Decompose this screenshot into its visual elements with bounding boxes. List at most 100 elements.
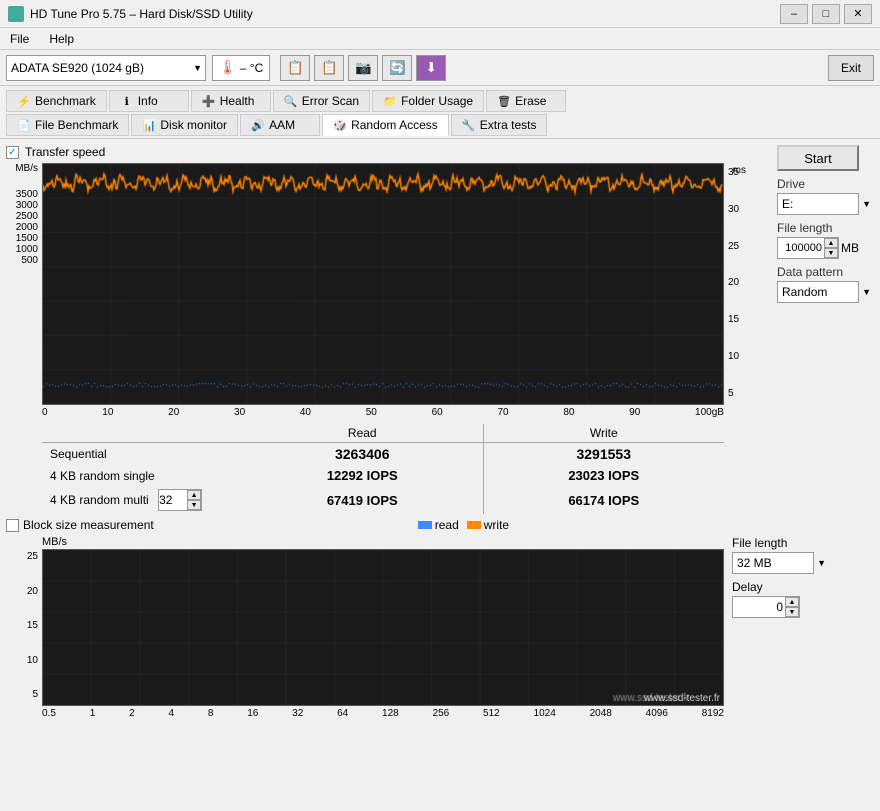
delay-control: Delay ▲ ▼ — [732, 580, 829, 618]
minimize-button[interactable]: – — [780, 4, 808, 24]
y-values-left: 3500 3000 2500 2000 1500 1000 500 — [6, 189, 38, 281]
random-single-write: 23023 IOPS — [483, 465, 724, 486]
write-legend-color — [467, 521, 481, 529]
health-icon: ➕ — [202, 94, 216, 108]
drive-dropdown[interactable]: E: — [777, 193, 859, 215]
left-panel: Transfer speed MB/s 3500 3000 2500 2000 … — [6, 145, 769, 514]
sequential-row: Sequential 3263406 3291553 — [42, 443, 724, 466]
write-header: Write — [483, 424, 724, 443]
drive-dropdown-wrapper: E: — [777, 193, 874, 215]
title-bar: HD Tune Pro 5.75 – Hard Disk/SSD Utility… — [0, 0, 880, 28]
bottom-file-length-control: File length 32 MB 64 MB 128 MB 256 MB — [732, 536, 829, 574]
random-single-row: 4 KB random single 12292 IOPS 23023 IOPS — [42, 465, 724, 486]
file-length-down-btn[interactable]: ▼ — [824, 248, 838, 258]
bottom-y-axis: 25 20 15 10 5 — [6, 549, 42, 704]
ms-label: ms — [733, 165, 746, 176]
random-single-read: 12292 IOPS — [242, 465, 483, 486]
tab-random-access[interactable]: 🎲 Random Access — [322, 114, 449, 136]
main-content: Transfer speed MB/s 3500 3000 2500 2000 … — [0, 139, 880, 514]
file-length-input-wrapper: ▲ ▼ MB — [777, 237, 874, 259]
transfer-speed-checkbox[interactable] — [6, 146, 19, 159]
maximize-button[interactable]: □ — [812, 4, 840, 24]
delay-up-btn[interactable]: ▲ — [785, 597, 799, 607]
tab-extra-tests[interactable]: 🔧 Extra tests — [451, 114, 548, 136]
multi-threads-input[interactable] — [159, 490, 187, 510]
extra-tests-icon: 🔧 — [462, 118, 476, 132]
tab-error-scan[interactable]: 🔍 Error Scan — [273, 90, 370, 112]
chart-header: Transfer speed — [6, 145, 769, 159]
tab-info[interactable]: ℹ Info — [109, 90, 189, 112]
tab-benchmark[interactable]: ⚡ Benchmark — [6, 90, 107, 112]
sequential-label: Sequential — [42, 443, 242, 466]
read-header: Read — [242, 424, 483, 443]
file-benchmark-icon: 📄 — [17, 118, 31, 132]
read-legend: read — [418, 518, 459, 532]
stats-table: Read Write Sequential 3263406 3291553 4 … — [42, 424, 724, 514]
x-axis-labels: 0 10 20 30 40 50 60 70 80 90 100gB — [42, 405, 724, 418]
drive-bar: ADATA SE920 (1024 gB) 🌡 – °C 📋 📋 📷 🔄 ⬇ E… — [0, 50, 880, 86]
bottom-chart-wrapper: 25 20 15 10 5 www.ssd-tester.fr — [6, 549, 724, 706]
start-button[interactable]: Start — [777, 145, 859, 171]
random-multi-read: 67419 IOPS — [242, 486, 483, 514]
window-controls: – □ ✕ — [780, 4, 872, 24]
thermometer-icon: 🌡 — [219, 59, 237, 76]
file-length-control: File length ▲ ▼ MB — [777, 221, 874, 259]
close-button[interactable]: ✕ — [844, 4, 872, 24]
multi-up-btn[interactable]: ▲ — [187, 490, 201, 500]
y-axis-right: 35 30 25 20 15 10 5 — [724, 163, 748, 403]
read-legend-color — [418, 521, 432, 529]
exit-button[interactable]: Exit — [828, 55, 874, 81]
multi-down-btn[interactable]: ▼ — [187, 500, 201, 510]
file-menu[interactable]: File — [4, 31, 35, 47]
tab-file-benchmark[interactable]: 📄 File Benchmark — [6, 114, 129, 136]
delay-label: Delay — [732, 580, 829, 594]
drive-selector[interactable]: ADATA SE920 (1024 gB) — [6, 55, 206, 81]
copy2-btn[interactable]: 📋 — [314, 55, 344, 81]
data-pattern-dropdown[interactable]: Random 0x00 0xFF Custom — [777, 281, 859, 303]
y-axis-left: MB/s 3500 3000 2500 2000 1500 1000 500 — [6, 163, 42, 281]
random-multi-label: 4 KB random multi — [50, 493, 149, 507]
download-btn[interactable]: ⬇ — [416, 55, 446, 81]
file-length-label: File length — [777, 221, 874, 235]
app-icon — [8, 6, 24, 22]
main-chart-container: ms — [42, 163, 724, 405]
bottom-file-length-label: File length — [732, 536, 829, 550]
bottom-file-length-wrapper: 32 MB 64 MB 128 MB 256 MB — [732, 552, 829, 574]
main-chart-canvas — [42, 163, 724, 405]
camera-btn[interactable]: 📷 — [348, 55, 378, 81]
bottom-chart-container: www.ssd-tester.fr — [42, 549, 724, 706]
drive-controls: 📋 📋 📷 🔄 ⬇ — [280, 55, 446, 81]
y-label-mbs: MB/s — [6, 163, 38, 189]
block-size-checkbox[interactable] — [6, 519, 19, 532]
tab-folder-usage[interactable]: 📁 Folder Usage — [372, 90, 484, 112]
write-legend: write — [467, 518, 509, 532]
tab-row-2: 📄 File Benchmark 📊 Disk monitor 🔊 AAM 🎲 … — [6, 114, 874, 136]
file-length-up-btn[interactable]: ▲ — [824, 238, 838, 248]
delay-down-btn[interactable]: ▼ — [785, 607, 799, 617]
tab-erase[interactable]: 🗑 Erase — [486, 90, 566, 112]
legend: read write — [418, 518, 509, 532]
tab-disk-monitor[interactable]: 📊 Disk monitor — [131, 114, 238, 136]
tab-aam[interactable]: 🔊 AAM — [240, 114, 320, 136]
delay-input[interactable] — [733, 597, 785, 617]
help-menu[interactable]: Help — [43, 31, 80, 47]
bottom-right-controls: File length 32 MB 64 MB 128 MB 256 MB De… — [724, 536, 829, 719]
aam-icon: 🔊 — [251, 118, 265, 132]
benchmark-icon: ⚡ — [17, 94, 31, 108]
info-icon: ℹ — [120, 94, 134, 108]
delay-input-wrapper: ▲ ▼ — [732, 596, 800, 618]
file-length-input[interactable] — [778, 238, 824, 258]
bottom-file-length-dropdown[interactable]: 32 MB 64 MB 128 MB 256 MB — [732, 552, 814, 574]
bottom-chart-section: MB/s 25 20 15 10 5 www.ssd-tester.fr — [6, 536, 724, 719]
tab-row-1: ⚡ Benchmark ℹ Info ➕ Health 🔍 Error Scan… — [6, 90, 874, 112]
refresh-btn[interactable]: 🔄 — [382, 55, 412, 81]
temperature-value: – °C — [240, 61, 263, 75]
drive-label: Drive — [777, 177, 874, 191]
copy-btn[interactable]: 📋 — [280, 55, 310, 81]
main-chart-wrapper: MB/s 3500 3000 2500 2000 1500 1000 500 m… — [6, 163, 769, 405]
block-size-label: Block size measurement — [23, 518, 154, 532]
menu-bar: File Help — [0, 28, 880, 50]
data-pattern-label: Data pattern — [777, 265, 874, 279]
folder-icon: 📁 — [383, 94, 397, 108]
tab-health[interactable]: ➕ Health — [191, 90, 271, 112]
